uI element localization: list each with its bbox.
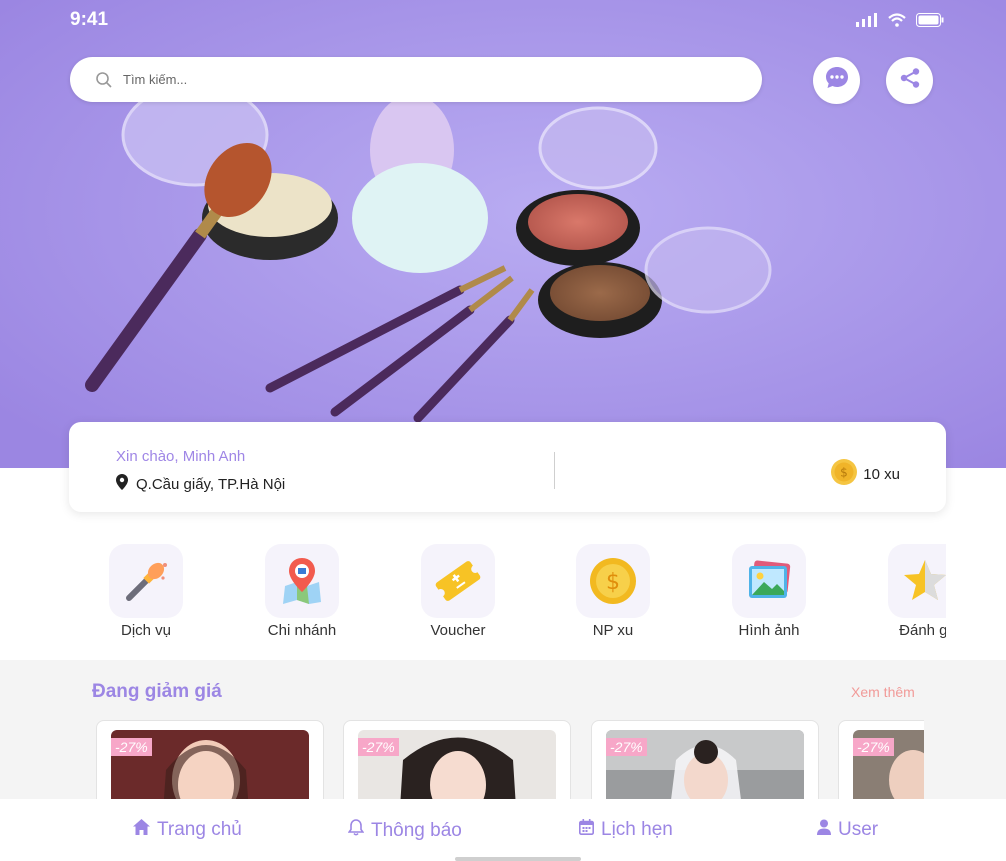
location-text: Q.Cầu giấy, TP.Hà Nội [136,475,286,493]
category-voucher[interactable]: Voucher [403,544,513,639]
location[interactable]: Q.Cầu giấy, TP.Hà Nội [116,474,285,494]
nav-label: Lịch hẹn [601,819,673,840]
coin-icon: $ [830,458,858,490]
category-np-coins[interactable]: $ NP xu [558,544,668,639]
makeup-brush-icon [109,544,183,618]
map-pin-store-icon [265,544,339,618]
bottom-nav: Trang chủ Thông báo Lịch hẹn User [0,799,1006,861]
category-services[interactable]: Dịch vụ [108,544,201,639]
share-button[interactable] [886,57,933,104]
section-title: Đang giảm giá [92,681,222,702]
greeting-card: Xin chào, Minh Anh Q.Cầu giấy, TP.Hà Nội… [69,422,946,512]
product-image: -27% [853,730,924,800]
nav-label: Trang chủ [157,819,242,840]
svg-text:$: $ [606,570,620,595]
product-card[interactable]: -27% [343,720,571,800]
signal-icon [856,13,878,32]
greeting-text: Xin chào, Minh Anh [116,448,246,465]
product-card[interactable]: -27% [838,720,924,800]
discount-badge: -27% [358,738,399,756]
nav-label: Thông báo [371,819,462,841]
bell-icon [347,819,365,842]
discount-badge: -27% [853,738,894,756]
ticket-icon [421,544,495,618]
category-gallery[interactable]: Hình ảnh [714,544,824,639]
sale-carousel[interactable]: -27% -27% -27% -27% [96,720,924,800]
category-branches[interactable]: Chi nhánh [247,544,357,639]
status-icons [856,13,944,32]
star-icon [888,544,946,618]
svg-text:$: $ [840,466,848,480]
nav-user[interactable]: User [817,819,878,841]
gallery-icon [732,544,806,618]
nav-label: User [838,819,879,840]
category-label: Hình ảnh [738,622,800,639]
location-pin-icon [116,474,128,494]
discount-badge: -27% [606,738,647,756]
product-image: -27% [358,730,556,800]
coin-balance[interactable]: $ 10 xu [830,458,900,490]
status-time: 9:41 [70,9,109,30]
discount-badge: -27% [111,738,152,756]
nav-notifications[interactable]: Thông báo [347,819,462,842]
search-icon [95,71,113,89]
battery-icon [916,13,944,32]
share-icon [899,67,921,94]
search-bar[interactable] [70,57,762,102]
category-label: NP xu [592,622,634,639]
chat-icon [824,65,850,96]
wifi-icon [888,13,906,32]
home-icon [133,819,150,841]
product-card[interactable]: -27% [96,720,324,800]
category-row: Dịch vụ Chi nhánh Voucher $ NP xu Hình ả… [108,544,946,644]
product-image: -27% [606,730,804,800]
category-label: Voucher [430,622,486,639]
category-label: Chi nhánh [267,622,337,639]
hero-banner: 9:41 [0,0,1006,468]
category-label: Đánh gi [899,622,946,639]
chat-button[interactable] [813,57,860,104]
see-more-link[interactable]: Xem thêm [851,684,915,700]
divider [554,452,555,489]
calendar-icon [579,819,594,841]
product-card[interactable]: -27% [591,720,819,800]
coin-count: 10 xu [863,465,900,483]
nav-home[interactable]: Trang chủ [133,819,242,841]
category-label: Dịch vụ [120,622,172,639]
user-icon [817,819,831,841]
product-image: -27% [111,730,309,800]
search-input[interactable] [121,71,725,88]
coin-icon: $ [576,544,650,618]
home-indicator [455,857,581,861]
category-reviews[interactable]: Đánh gi [870,544,946,639]
nav-schedule[interactable]: Lịch hẹn [579,819,673,841]
